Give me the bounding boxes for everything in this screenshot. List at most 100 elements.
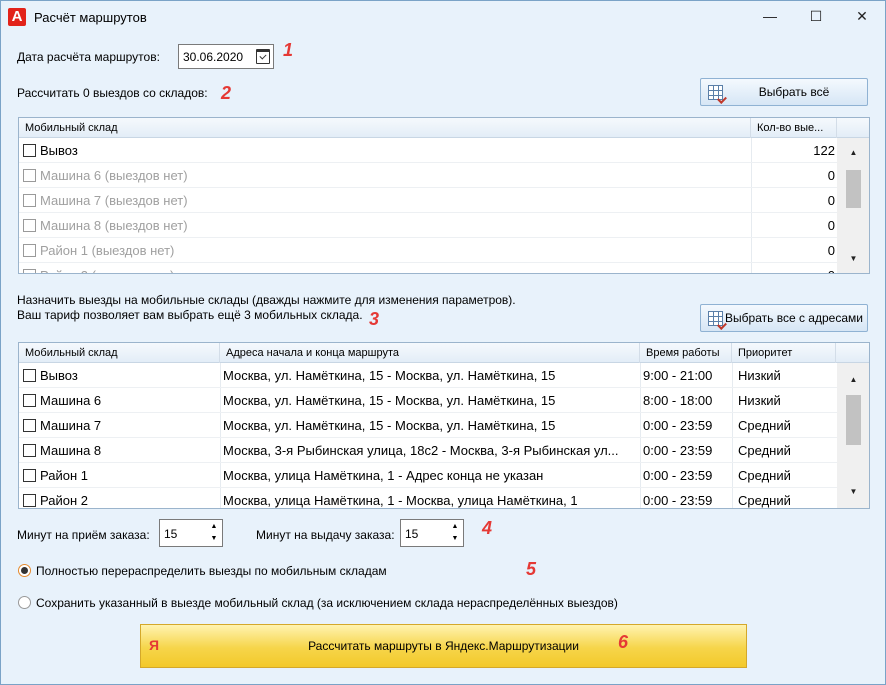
scroll-up-icon[interactable]: ▲ bbox=[845, 371, 862, 388]
row-time: 0:00 - 23:59 bbox=[643, 443, 713, 458]
minimize-button[interactable]: — bbox=[747, 1, 793, 31]
date-picker[interactable]: 30.06.2020 bbox=[178, 44, 274, 69]
issue-minutes-label: Минут на выдачу заказа: bbox=[256, 528, 395, 542]
row-checkbox[interactable] bbox=[23, 369, 36, 382]
stepper-up-icon[interactable]: ▲ bbox=[208, 521, 220, 533]
receive-minutes-value: 15 bbox=[164, 527, 178, 541]
badge-1: 1 bbox=[283, 40, 294, 60]
receive-minutes-label: Минут на приём заказа: bbox=[17, 528, 150, 542]
table-row[interactable]: Машина 7 (выездов нет) 0 bbox=[19, 188, 869, 213]
row-name: Машина 7 (выездов нет) bbox=[40, 193, 188, 208]
row-checkbox[interactable] bbox=[23, 219, 36, 232]
row-name: Машина 6 bbox=[40, 393, 102, 408]
col-count[interactable]: Кол-во вые... bbox=[751, 118, 837, 138]
tariff-hint: Ваш тариф позволяет вам выбрать ещё 3 мо… bbox=[17, 308, 363, 322]
row-name: Вывоз bbox=[40, 368, 78, 383]
calendar-icon[interactable] bbox=[256, 49, 270, 64]
row-priority: Средний bbox=[738, 418, 791, 433]
routes-scrollbar[interactable]: ▲ ▼ bbox=[837, 363, 869, 508]
maximize-button[interactable]: ☐ bbox=[793, 1, 839, 31]
row-time: 9:00 - 21:00 bbox=[643, 368, 713, 383]
table-row[interactable]: Район 2 Москва, улица Намёткина, 1 - Мос… bbox=[19, 488, 869, 508]
radio-redistribute[interactable] bbox=[18, 564, 31, 577]
scroll-thumb[interactable] bbox=[846, 395, 861, 445]
scroll-thumb[interactable] bbox=[846, 170, 861, 208]
scroll-down-icon[interactable]: ▼ bbox=[845, 483, 862, 500]
row-name: Район 2 bbox=[40, 493, 88, 508]
scroll-down-icon[interactable]: ▼ bbox=[845, 250, 862, 267]
row-checkbox[interactable] bbox=[23, 469, 36, 482]
row-priority: Низкий bbox=[738, 368, 781, 383]
route-calc-window: A Расчёт маршрутов — ☐ ✕ Дата расчёта ма… bbox=[0, 0, 886, 685]
row-checkbox[interactable] bbox=[23, 269, 36, 273]
calc-from-label: Рассчитать 0 выездов со складов: bbox=[17, 86, 208, 100]
title-bar[interactable]: A Расчёт маршрутов — ☐ ✕ bbox=[1, 1, 885, 33]
badge-3: 3 bbox=[369, 309, 380, 329]
radio-redistribute-label[interactable]: Полностью перераспределить выезды по моб… bbox=[36, 564, 387, 578]
scroll-up-icon[interactable]: ▲ bbox=[845, 144, 862, 161]
select-all-with-address-label: Выбрать все с адресами bbox=[725, 311, 863, 325]
window-title: Расчёт маршрутов bbox=[34, 10, 147, 25]
table-row[interactable]: Вывоз Москва, ул. Намёткина, 15 - Москва… bbox=[19, 363, 869, 388]
table-row[interactable]: Район 1 Москва, улица Намёткина, 1 - Адр… bbox=[19, 463, 869, 488]
row-checkbox[interactable] bbox=[23, 194, 36, 207]
issue-minutes-stepper[interactable]: 15 ▲ ▼ bbox=[400, 519, 464, 547]
row-name: Вывоз bbox=[40, 143, 78, 158]
stepper-down-icon[interactable]: ▼ bbox=[208, 533, 220, 545]
row-checkbox[interactable] bbox=[23, 444, 36, 457]
row-checkbox[interactable] bbox=[23, 144, 36, 157]
row-time: 8:00 - 18:00 bbox=[643, 393, 713, 408]
row-checkbox[interactable] bbox=[23, 419, 36, 432]
radio-keep[interactable] bbox=[18, 596, 31, 609]
app-logo-icon: A bbox=[8, 8, 26, 26]
row-count: 122 bbox=[813, 143, 835, 158]
close-button[interactable]: ✕ bbox=[839, 1, 885, 31]
table-row[interactable]: Машина 7 Москва, ул. Намёткина, 15 - Мос… bbox=[19, 413, 869, 438]
col-mobile-warehouse[interactable]: Мобильный склад bbox=[19, 118, 751, 138]
table-row[interactable]: Район 2 (выездов нет) 0 bbox=[19, 263, 869, 273]
row-time: 0:00 - 23:59 bbox=[643, 493, 713, 508]
select-all-button[interactable]: Выбрать всё bbox=[700, 78, 868, 106]
table-row[interactable]: Машина 8 (выездов нет) 0 bbox=[19, 213, 869, 238]
row-name: Район 1 (выездов нет) bbox=[40, 243, 175, 258]
row-checkbox[interactable] bbox=[23, 244, 36, 257]
stepper-down-icon[interactable]: ▼ bbox=[449, 533, 461, 545]
col-priority[interactable]: Приоритет bbox=[732, 343, 836, 363]
receive-minutes-stepper[interactable]: 15 ▲ ▼ bbox=[159, 519, 223, 547]
row-priority: Средний bbox=[738, 468, 791, 483]
row-checkbox[interactable] bbox=[23, 394, 36, 407]
row-count: 0 bbox=[827, 168, 835, 183]
row-priority: Низкий bbox=[738, 393, 781, 408]
col-addresses[interactable]: Адреса начала и конца маршрута bbox=[220, 343, 640, 363]
row-address: Москва, 3-я Рыбинская улица, 18с2 - Моск… bbox=[223, 443, 619, 458]
table-row[interactable]: Машина 6 Москва, ул. Намёткина, 15 - Мос… bbox=[19, 388, 869, 413]
col-mobile-warehouse[interactable]: Мобильный склад bbox=[19, 343, 220, 363]
row-name: Машина 8 (выездов нет) bbox=[40, 218, 188, 233]
select-all-with-address-button[interactable]: Выбрать все с адресами bbox=[700, 304, 868, 332]
badge-2: 2 bbox=[221, 83, 232, 103]
warehouse-table-header: Мобильный склад Кол-во вые... bbox=[19, 118, 869, 138]
badge-5: 5 bbox=[526, 559, 537, 579]
issue-minutes-value: 15 bbox=[405, 527, 419, 541]
calculate-routes-label: Рассчитать маршруты в Яндекс.Маршрутизац… bbox=[308, 639, 579, 653]
table-row[interactable]: Машина 6 (выездов нет) 0 bbox=[19, 163, 869, 188]
row-count: 0 bbox=[827, 193, 835, 208]
row-checkbox[interactable] bbox=[23, 494, 36, 507]
warehouse-scrollbar[interactable]: ▲ ▼ bbox=[837, 138, 869, 273]
row-address: Москва, улица Намёткина, 1 - Москва, ули… bbox=[223, 493, 578, 508]
table-row[interactable]: Район 1 (выездов нет) 0 bbox=[19, 238, 869, 263]
stepper-up-icon[interactable]: ▲ bbox=[449, 521, 461, 533]
row-address: Москва, ул. Намёткина, 15 - Москва, ул. … bbox=[223, 368, 556, 383]
row-time: 0:00 - 23:59 bbox=[643, 418, 713, 433]
col-work-time[interactable]: Время работы bbox=[640, 343, 732, 363]
row-priority: Средний bbox=[738, 493, 791, 508]
row-checkbox[interactable] bbox=[23, 169, 36, 182]
row-count: 0 bbox=[827, 218, 835, 233]
radio-keep-label[interactable]: Сохранить указанный в выезде мобильный с… bbox=[36, 596, 618, 610]
calculate-routes-button[interactable]: Я Рассчитать маршруты в Яндекс.Маршрутиз… bbox=[140, 624, 747, 668]
row-address: Москва, ул. Намёткина, 15 - Москва, ул. … bbox=[223, 418, 556, 433]
row-count: 0 bbox=[751, 263, 835, 273]
row-name: Машина 6 (выездов нет) bbox=[40, 168, 188, 183]
table-row[interactable]: Машина 8 Москва, 3-я Рыбинская улица, 18… bbox=[19, 438, 869, 463]
table-row[interactable]: Вывоз 122 bbox=[19, 138, 869, 163]
